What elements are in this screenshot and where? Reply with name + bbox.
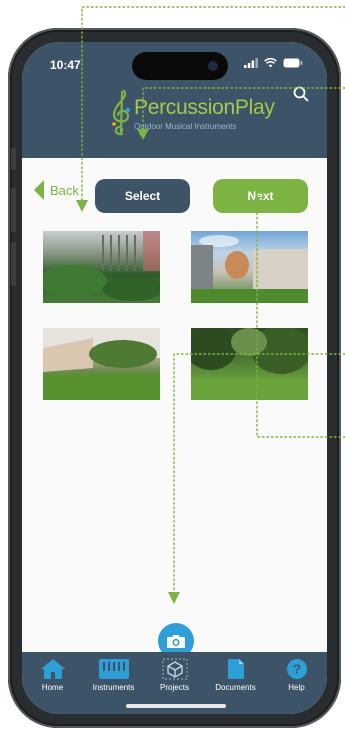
status-icons xyxy=(244,58,303,68)
photo-thumbnail-3[interactable] xyxy=(43,328,160,400)
volume-down-button xyxy=(11,242,16,286)
photo-thumbnail-2[interactable] xyxy=(191,231,308,303)
piano-icon xyxy=(98,659,129,679)
brand-tagline: Outdoor Musical Instruments xyxy=(134,122,237,131)
brand-name: PercussionPlay xyxy=(134,96,275,119)
tab-documents-label: Documents xyxy=(215,683,256,692)
mute-switch xyxy=(11,148,16,170)
home-icon xyxy=(40,659,65,679)
search-icon[interactable] xyxy=(293,86,309,102)
garden-photo-2 xyxy=(191,235,308,303)
dynamic-island xyxy=(132,52,228,80)
garden-photo-3 xyxy=(43,328,160,400)
garden-photo-1 xyxy=(43,231,160,301)
tab-help-label: Help xyxy=(288,683,305,692)
signal-icon xyxy=(244,58,258,68)
tab-projects-label: Projects xyxy=(160,683,189,692)
help-icon: ? xyxy=(286,659,307,679)
treble-clef-icon xyxy=(112,90,131,136)
front-camera xyxy=(208,61,218,71)
svg-text:?: ? xyxy=(293,662,301,677)
battery-icon xyxy=(283,58,303,68)
tab-instruments-label: Instruments xyxy=(92,683,135,692)
tab-projects[interactable]: Projects xyxy=(147,658,203,692)
volume-up-button xyxy=(11,188,16,232)
phone-frame: 10:47 PercussionPlay Outdoor Musical Ins… xyxy=(8,28,341,728)
app-screen: 10:47 PercussionPlay Outdoor Musical Ins… xyxy=(22,42,327,714)
next-button[interactable]: Next xyxy=(213,179,308,213)
tab-documents[interactable]: Documents xyxy=(208,658,264,692)
document-icon xyxy=(227,659,244,679)
tab-home[interactable]: Home xyxy=(25,658,81,692)
back-button[interactable]: Back xyxy=(34,180,79,200)
select-button[interactable]: Select xyxy=(95,179,190,213)
status-time: 10:47 xyxy=(50,58,81,72)
home-indicator xyxy=(126,704,226,708)
photo-thumbnail-1[interactable] xyxy=(43,231,160,303)
cube-icon xyxy=(161,658,188,680)
wifi-icon xyxy=(264,58,277,68)
tab-instruments[interactable]: Instruments xyxy=(86,658,142,692)
tab-home-label: Home xyxy=(41,683,64,692)
back-label: Back xyxy=(50,182,79,198)
tab-help[interactable]: ? Help xyxy=(269,658,325,692)
brand-logo: PercussionPlay Outdoor Musical Instrumen… xyxy=(110,88,310,138)
photo-thumbnail-4[interactable] xyxy=(191,328,308,400)
garden-photo-4 xyxy=(191,328,308,400)
camera-icon xyxy=(167,635,185,648)
app-header: 10:47 PercussionPlay Outdoor Musical Ins… xyxy=(22,42,327,158)
back-arrow-icon xyxy=(34,180,44,200)
